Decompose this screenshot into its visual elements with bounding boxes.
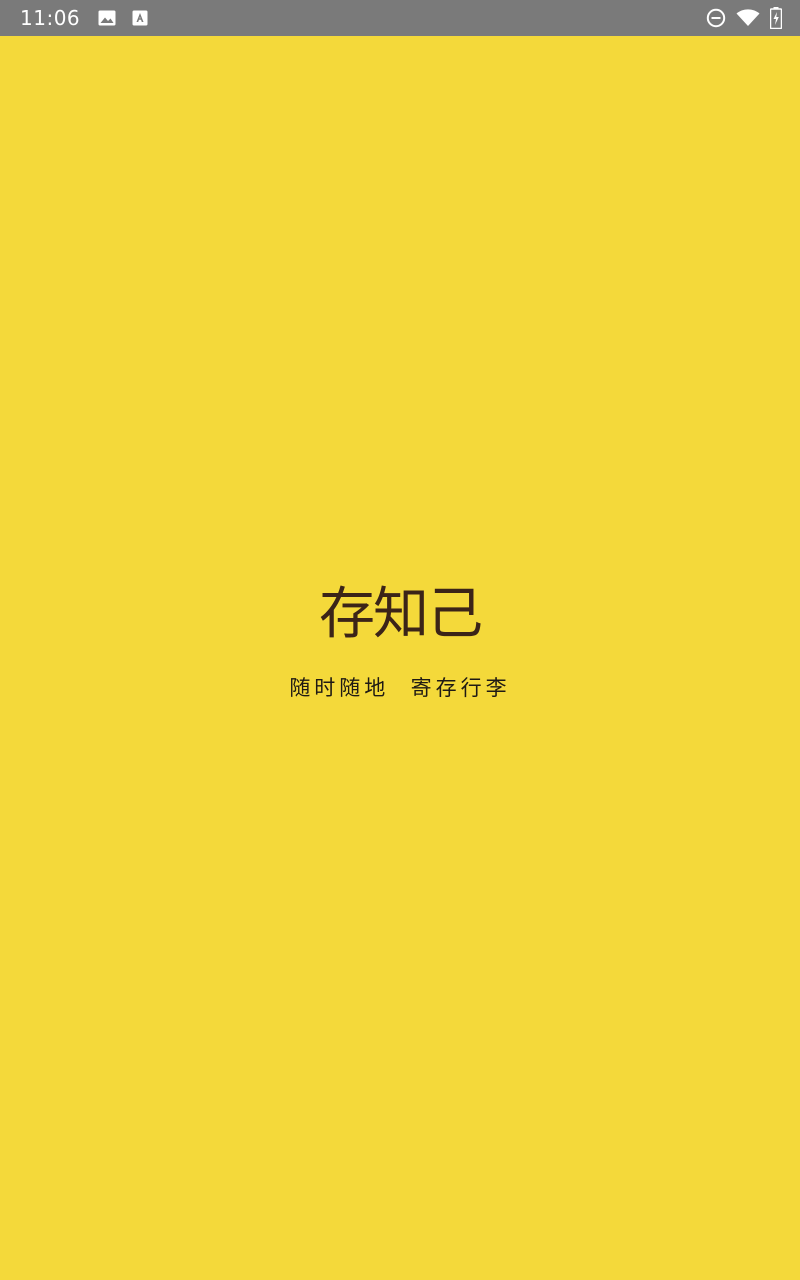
app-logo: 存知己 [314, 584, 486, 646]
status-bar: 11:06 [0, 0, 800, 36]
font-icon [132, 10, 148, 26]
image-icon [98, 10, 116, 26]
logo-text: 存知己 [319, 582, 483, 647]
wifi-icon [736, 9, 760, 27]
status-bar-right [706, 0, 782, 36]
status-bar-left: 11:06 [20, 0, 148, 36]
battery-charging-icon [770, 7, 782, 29]
splash-screen: 存知己 随时随地 寄存行李 [0, 36, 800, 1280]
tagline: 随时随地 寄存行李 [289, 676, 511, 700]
do-not-disturb-icon [706, 8, 726, 28]
status-time: 11:06 [20, 6, 81, 30]
